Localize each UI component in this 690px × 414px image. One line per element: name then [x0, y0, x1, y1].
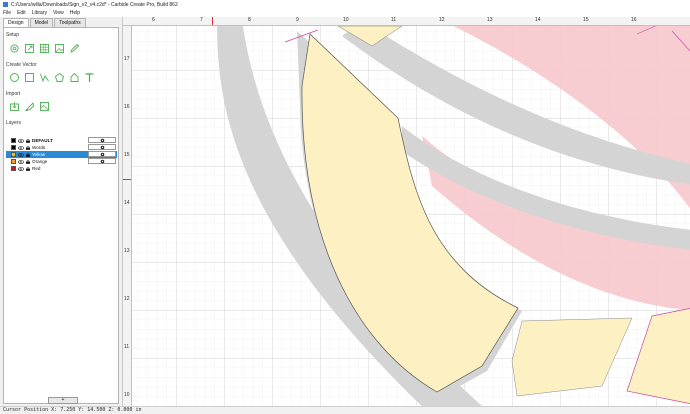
import-image-icon[interactable] [24, 43, 35, 54]
ruler-tick-label: 16 [124, 104, 130, 110]
layer-row-words[interactable]: Words [6, 144, 117, 151]
layer-row-orange[interactable]: Orange [6, 158, 117, 165]
tab-model[interactable]: Model [29, 18, 54, 27]
gear-icon [100, 145, 104, 149]
left-panel: Design Model Toolpaths Setup Create Vect… [0, 17, 123, 406]
canvas-drawing[interactable] [132, 26, 690, 406]
layer-color-swatch[interactable] [11, 159, 16, 164]
horizontal-ruler: 6 7 8 9 10 11 12 13 14 15 16 [123, 17, 690, 26]
layer-settings-button[interactable] [88, 144, 116, 150]
section-create-vector-label: Create Vector [6, 62, 37, 68]
trace-icon[interactable] [24, 101, 35, 112]
create-vector-icon-row [9, 72, 99, 83]
layer-row-red[interactable]: Red [6, 165, 117, 172]
ruler-tick-label: 13 [124, 248, 130, 254]
visibility-eye-icon[interactable] [18, 152, 24, 157]
ruler-tick-label: 14 [535, 17, 541, 23]
menu-bar: File Edit Library View Help [0, 9, 690, 17]
ruler-tick-label: 6 [152, 17, 155, 23]
image-icon[interactable] [54, 43, 65, 54]
visibility-eye-icon[interactable] [18, 138, 24, 143]
menu-help[interactable]: Help [70, 10, 80, 16]
layer-row-default[interactable]: DEFAULT [6, 137, 117, 144]
status-bar: Cursor Position X: 7.250 Y: 14.500 Z: 0.… [0, 406, 690, 414]
app-icon [3, 2, 8, 7]
cursor-marker-x [212, 17, 213, 25]
ruler-tick-label: 9 [296, 17, 299, 23]
visibility-eye-icon[interactable] [18, 145, 24, 150]
vertical-ruler: 17 16 15 14 13 12 11 10 [123, 26, 132, 406]
ruler-tick-label: 13 [487, 17, 493, 23]
ruler-tick-label: 15 [583, 17, 589, 23]
circle-icon[interactable] [9, 72, 20, 83]
settings-icon[interactable] [9, 43, 20, 54]
text-icon[interactable] [84, 72, 95, 83]
layer-name: Words [32, 145, 46, 150]
setup-icon-row [9, 43, 84, 54]
lock-icon[interactable] [25, 152, 31, 157]
layer-settings-button[interactable] [88, 137, 116, 143]
import-icon[interactable] [9, 101, 20, 112]
texture-icon[interactable] [39, 101, 50, 112]
menu-library[interactable]: Library [32, 10, 47, 16]
import-icon-row [9, 101, 54, 112]
design-canvas[interactable] [132, 26, 690, 406]
ruler-tick-label: 17 [124, 56, 130, 62]
lock-icon[interactable] [25, 166, 31, 171]
rectangle-icon[interactable] [24, 72, 35, 83]
tab-design[interactable]: Design [3, 18, 29, 27]
layer-settings-button[interactable] [88, 158, 116, 164]
title-bar: C:/Users/willa/Downloads/Sign_v2_v4.c2d*… [0, 0, 690, 9]
lock-icon[interactable] [25, 159, 31, 164]
layer-color-swatch[interactable] [11, 138, 16, 143]
grid-icon[interactable] [39, 43, 50, 54]
ruler-tick-label: 7 [200, 17, 203, 23]
lock-icon[interactable] [25, 145, 31, 150]
visibility-eye-icon[interactable] [18, 159, 24, 164]
section-import-label: Import [6, 91, 21, 97]
ruler-tick-label: 14 [124, 200, 130, 206]
polygon-icon[interactable] [54, 72, 65, 83]
ruler-tick-label: 12 [124, 296, 130, 302]
layer-settings-button[interactable] [88, 151, 116, 157]
ruler-tick-label: 11 [124, 344, 130, 350]
layer-color-swatch[interactable] [11, 152, 16, 157]
section-setup-label: Setup [6, 32, 20, 38]
gear-icon [100, 138, 104, 142]
ruler-tick-label: 10 [343, 17, 349, 23]
cursor-marker-y [123, 179, 131, 180]
visibility-eye-icon[interactable] [18, 166, 24, 171]
menu-view[interactable]: View [53, 10, 64, 16]
section-layers-label: Layers [6, 120, 22, 126]
lock-icon[interactable] [25, 138, 31, 143]
ruler-tick-label: 10 [124, 392, 130, 398]
layer-color-swatch[interactable] [11, 166, 16, 171]
ruler-tick-label: 8 [248, 17, 251, 23]
layer-name: DEFAULT [32, 138, 53, 143]
layer-name: Yellow [32, 152, 46, 157]
menu-file[interactable]: File [3, 10, 11, 16]
layer-name: Red [32, 166, 41, 171]
layer-list: DEFAULT Words Yellow Orange Red [6, 137, 117, 172]
ruler-tick-label: 12 [439, 17, 445, 23]
add-layer-button[interactable]: + [48, 397, 78, 404]
layer-color-swatch[interactable] [11, 145, 16, 150]
pencil-icon[interactable] [69, 43, 80, 54]
ruler-tick-label: 11 [391, 17, 397, 23]
tab-bar: Design Model Toolpaths [3, 18, 87, 27]
ruler-tick-label: 15 [124, 152, 130, 158]
pentagon-icon[interactable] [69, 72, 80, 83]
gear-icon [100, 152, 104, 156]
layer-name: Orange [32, 159, 48, 164]
design-panel: Setup Create Vector Import Layers DEFAUL… [3, 27, 119, 404]
menu-edit[interactable]: Edit [17, 10, 26, 16]
ruler-tick-label: 16 [631, 17, 637, 23]
polyline-icon[interactable] [39, 72, 50, 83]
tab-toolpaths[interactable]: Toolpaths [54, 18, 86, 27]
layer-row-yellow[interactable]: Yellow [6, 151, 117, 158]
gear-icon [100, 159, 104, 163]
window-title: C:/Users/willa/Downloads/Sign_v2_v4.c2d*… [11, 1, 178, 8]
